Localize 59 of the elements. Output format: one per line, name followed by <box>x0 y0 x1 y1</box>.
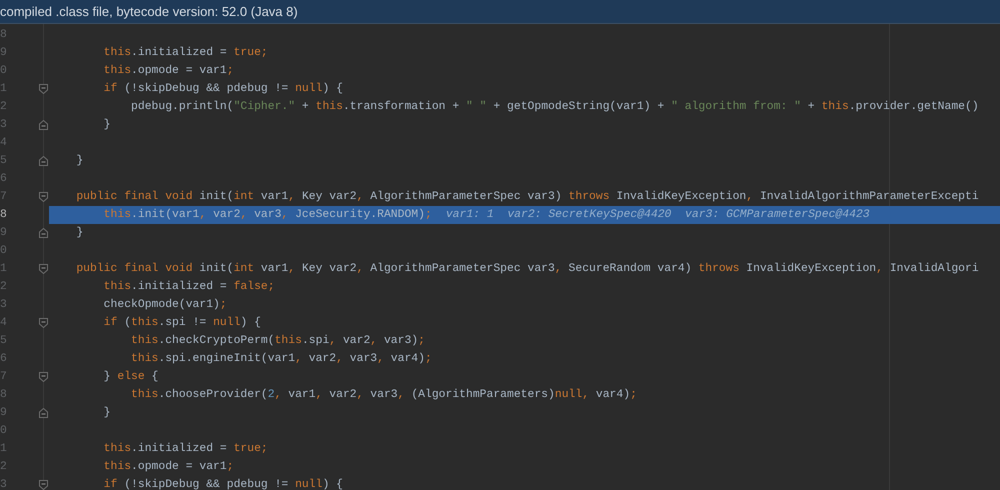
line-number: 3 <box>0 298 7 313</box>
fold-icon[interactable] <box>39 408 48 418</box>
fold-icon[interactable] <box>39 192 48 202</box>
code-line: public final void init(int var1, Key var2, AlgorithmParameterSpec var3, SecureRandom var4) throws InvalidKeyException, InvalidAlgori <box>75 262 979 277</box>
code-line: this.initialized = true; <box>102 442 268 457</box>
code-line: public final void init(int var1, Key var2, AlgorithmParameterSpec var3) throws InvalidKeyException, InvalidAlgorithmParameterExcepti <box>75 190 979 205</box>
line-number: 2 <box>0 280 7 295</box>
line-number: 7 <box>0 190 7 205</box>
code-line: } <box>75 154 84 169</box>
line-number: 6 <box>0 352 7 367</box>
fold-icon[interactable] <box>39 480 48 490</box>
line-number: 5 <box>0 154 7 169</box>
code-line: this.init(var1, var2, var3, JceSecurity.RANDOM); <box>102 208 432 223</box>
code-line: this.opmode = var1; <box>102 64 234 79</box>
line-number: 0 <box>0 424 7 439</box>
inline-debug-values: var1: 1 var2: SecretKeySpec@4420 var3: GCMParameterSpec@4423 <box>446 208 870 223</box>
code-line: if (!skipDebug && pdebug != null) { <box>102 478 343 490</box>
code-line: this.initialized = true; <box>102 46 268 61</box>
code-line: } else { <box>102 370 158 385</box>
line-number: 2 <box>0 460 7 475</box>
info-bar-text: compiled .class file, bytecode version: 52.0 (Java 8) <box>0 2 298 21</box>
code-line: this.spi.engineInit(var1, var2, var3, var4); <box>130 352 432 367</box>
fold-icon[interactable] <box>39 264 48 274</box>
code-line: if (this.spi != null) { <box>102 316 261 331</box>
line-number: 5 <box>0 334 7 349</box>
code-line: checkOpmode(var1); <box>102 298 227 313</box>
line-number: 1 <box>0 442 7 457</box>
code-line: this.chooseProvider(2, var1, var2, var3, (AlgorithmParameters)null, var4); <box>130 388 637 403</box>
line-number: 1 <box>0 82 7 97</box>
fold-icon[interactable] <box>39 318 48 328</box>
line-number: 8 <box>0 208 7 223</box>
line-number: 8 <box>0 388 7 403</box>
code-line: } <box>102 406 111 421</box>
line-number: 3 <box>0 118 7 133</box>
line-number: 0 <box>0 244 7 259</box>
fold-icon[interactable] <box>39 372 48 382</box>
line-number: 4 <box>0 136 7 151</box>
line-number: 2 <box>0 100 7 115</box>
code-line: this.initialized = false; <box>102 280 275 295</box>
fold-icon[interactable] <box>39 156 48 166</box>
code-line: this.checkCryptoPerm(this.spi, var2, var3); <box>130 334 425 349</box>
code-line: if (!skipDebug && pdebug != null) { <box>102 82 343 97</box>
fold-icon[interactable] <box>39 120 48 130</box>
line-number: 3 <box>0 478 7 490</box>
line-number: 4 <box>0 316 7 331</box>
fold-icon[interactable] <box>39 84 48 94</box>
code-line: } <box>75 226 84 241</box>
line-number: 9 <box>0 406 7 421</box>
code-line: this.opmode = var1; <box>102 460 234 475</box>
line-number: 9 <box>0 46 7 61</box>
line-number: 0 <box>0 64 7 79</box>
line-number: 8 <box>0 28 7 43</box>
line-number: 6 <box>0 172 7 187</box>
line-number: 9 <box>0 226 7 241</box>
code-line: } <box>102 118 111 133</box>
fold-icon[interactable] <box>39 228 48 238</box>
code-line: pdebug.println("Cipher." + this.transformation + " " + getOpmodeString(var1) + " algorithm from: " + this.provider.getName() <box>130 100 979 115</box>
line-number: 7 <box>0 370 7 385</box>
line-number: 1 <box>0 262 7 277</box>
